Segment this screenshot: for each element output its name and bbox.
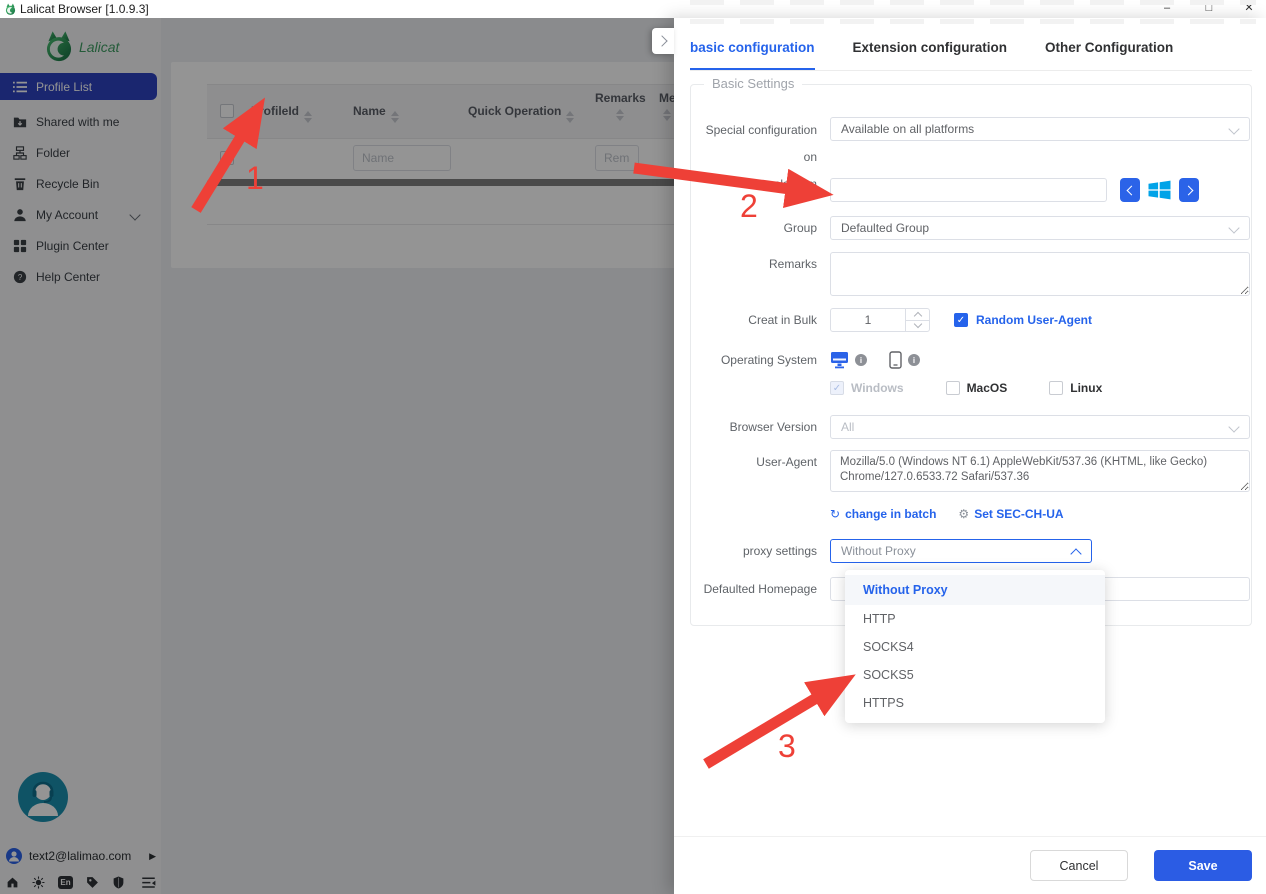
remarks-textarea[interactable] — [830, 252, 1250, 296]
app-title: Lalicat Browser [1.0.9.3] — [20, 2, 149, 16]
random-user-agent-label: Random User-Agent — [976, 313, 1092, 327]
field-label: Operating System — [690, 348, 830, 372]
field-user-agent: User-Agent Mozilla/5.0 (Windows NT 6.1) … — [690, 450, 1250, 495]
maximize-button[interactable]: □ — [1194, 0, 1224, 18]
proxy-option-socks5[interactable]: SOCKS5 — [845, 661, 1105, 689]
app-logo-icon — [4, 3, 17, 16]
minimize-button[interactable]: – — [1152, 0, 1182, 18]
field-label: Browser Version — [690, 415, 830, 439]
os-linux-label: Linux — [1070, 381, 1102, 396]
os-prev-button[interactable] — [1120, 178, 1140, 202]
mobile-os-icon[interactable] — [889, 351, 902, 369]
title-bar: Lalicat Browser [1.0.9.3] – □ ✕ — [0, 0, 1266, 18]
user-agent-textarea[interactable]: Mozilla/5.0 (Windows NT 6.1) AppleWebKit… — [830, 450, 1250, 492]
panel-footer: Cancel Save — [674, 836, 1266, 894]
close-button[interactable]: ✕ — [1234, 0, 1264, 18]
app-window: Lalicat Browser [1.0.9.3] – □ ✕ Lalicat — [0, 0, 1266, 894]
windows-logo-icon — [1146, 178, 1173, 202]
field-label: Remarks — [690, 252, 830, 299]
tab-basic-configuration[interactable]: basic configuration — [690, 40, 815, 70]
refresh-icon: ↻ — [830, 507, 840, 521]
chevron-up-icon — [1070, 548, 1081, 559]
os-windows-label: Windows — [851, 381, 904, 396]
field-create-in-bulk: Creat in Bulk ✓ Random User-Agent — [690, 308, 1250, 332]
os-linux-checkbox[interactable] — [1049, 381, 1063, 395]
panel-collapse-handle[interactable] — [652, 28, 674, 54]
cancel-button[interactable]: Cancel — [1030, 850, 1128, 881]
change-in-batch-link[interactable]: ↻ change in batch — [830, 507, 936, 521]
info-icon[interactable]: i — [855, 354, 867, 366]
bulk-count-stepper — [830, 308, 930, 332]
bulk-count-input[interactable] — [831, 312, 905, 328]
proxy-option-socks4[interactable]: SOCKS4 — [845, 633, 1105, 661]
basic-settings-legend: Basic Settings — [704, 76, 802, 91]
field-label: Group — [690, 216, 830, 240]
profile-config-panel: basic configuration Extension configurat… — [674, 18, 1266, 894]
chevron-right-icon — [656, 35, 667, 46]
random-user-agent-checkbox[interactable]: ✓ — [954, 313, 968, 327]
group-select[interactable]: Defaulted Group — [830, 216, 1250, 240]
field-label: Creat in Bulk — [690, 308, 830, 332]
user-agent-actions: ↻ change in batch ⚙ Set SEC-CH-UA — [690, 505, 1250, 523]
desktop-os-icon[interactable] — [830, 351, 849, 369]
proxy-option-http[interactable]: HTTP — [845, 605, 1105, 633]
field-browser-version: Browser Version All — [690, 415, 1250, 439]
field-group: Group Defaulted Group — [690, 216, 1250, 240]
browser-version-select[interactable]: All — [830, 415, 1250, 439]
field-label: proxy settings — [690, 539, 830, 563]
stepper-down-button[interactable] — [906, 321, 929, 332]
stepper-buttons — [905, 309, 929, 331]
os-macos-label: MacOS — [967, 381, 1008, 396]
field-os-options: ✓ Windows MacOS Linux — [690, 378, 1250, 398]
proxy-dropdown: Without Proxy HTTP SOCKS4 SOCKS5 HTTPS — [845, 570, 1105, 723]
os-macos-checkbox[interactable] — [946, 381, 960, 395]
os-windows-checkbox[interactable]: ✓ — [830, 381, 844, 395]
chevron-down-icon — [1228, 421, 1239, 432]
info-icon[interactable]: i — [908, 354, 920, 366]
proxy-option-without-proxy[interactable]: Without Proxy — [845, 575, 1105, 605]
field-remarks: Remarks — [690, 252, 1250, 299]
proxy-select[interactable]: Without Proxy — [830, 539, 1092, 563]
platform-select[interactable]: Available on all platforms — [830, 117, 1250, 141]
tab-extension-configuration[interactable]: Extension configuration — [853, 40, 1008, 70]
os-next-button[interactable] — [1179, 178, 1199, 202]
proxy-option-https[interactable]: HTTPS — [845, 689, 1105, 717]
name-input[interactable] — [830, 178, 1107, 202]
modal-dim-overlay[interactable] — [0, 18, 674, 894]
set-sec-ch-ua-link[interactable]: ⚙ Set SEC-CH-UA — [958, 507, 1063, 521]
field-label: Defaulted Homepage — [690, 577, 830, 601]
field-label: Name — [690, 178, 830, 202]
field-label: User-Agent — [690, 450, 830, 495]
tab-other-configuration[interactable]: Other Configuration — [1045, 40, 1173, 70]
save-button[interactable]: Save — [1154, 850, 1252, 881]
field-name: Name — [690, 178, 1250, 202]
chevron-down-icon — [1228, 123, 1239, 134]
gear-icon: ⚙ — [958, 507, 969, 521]
chevron-down-icon — [1228, 222, 1239, 233]
field-operating-system: Operating System i i — [690, 348, 1250, 372]
config-tabs: basic configuration Extension configurat… — [690, 40, 1252, 71]
field-proxy-settings: proxy settings Without Proxy — [690, 539, 1250, 563]
